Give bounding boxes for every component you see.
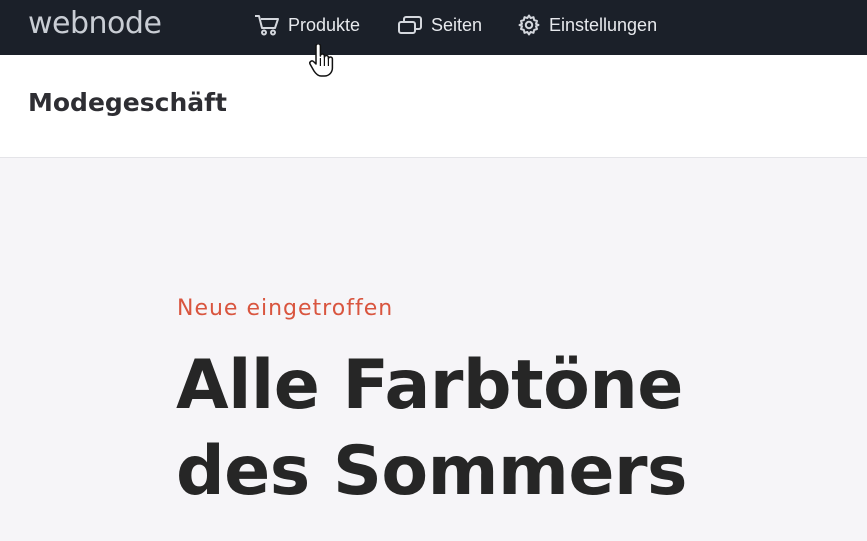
gear-icon — [518, 14, 540, 36]
nav-produkte[interactable]: Produkte — [254, 12, 360, 38]
nav-seiten-label: Seiten — [431, 14, 483, 35]
webnode-logo[interactable]: webnode — [28, 4, 162, 44]
hero-headline-line-1: Alle Farbtöne — [176, 346, 683, 425]
hero-headline[interactable]: Alle Farbtöne des Sommers — [176, 343, 816, 515]
hero-headline-line-2: des Sommers — [176, 432, 687, 511]
nav-seiten[interactable]: Seiten — [397, 12, 482, 38]
cart-icon — [255, 15, 279, 36]
editor-topbar: webnode Produkte Seiten Einstellungen — [0, 0, 867, 55]
hero-section: Neue eingetroffen Alle Farbtöne des Somm… — [0, 158, 867, 541]
pages-icon — [398, 16, 422, 34]
site-title[interactable]: Modegeschäft — [28, 88, 227, 117]
hand-pointer-cursor-icon — [309, 44, 334, 77]
hero-eyebrow[interactable]: Neue eingetroffen — [177, 296, 393, 321]
site-header: Modegeschäft — [0, 55, 867, 158]
nav-produkte-label: Produkte — [288, 14, 361, 35]
nav-einstellungen[interactable]: Einstellungen — [517, 12, 657, 38]
nav-einstellungen-label: Einstellungen — [549, 14, 658, 35]
